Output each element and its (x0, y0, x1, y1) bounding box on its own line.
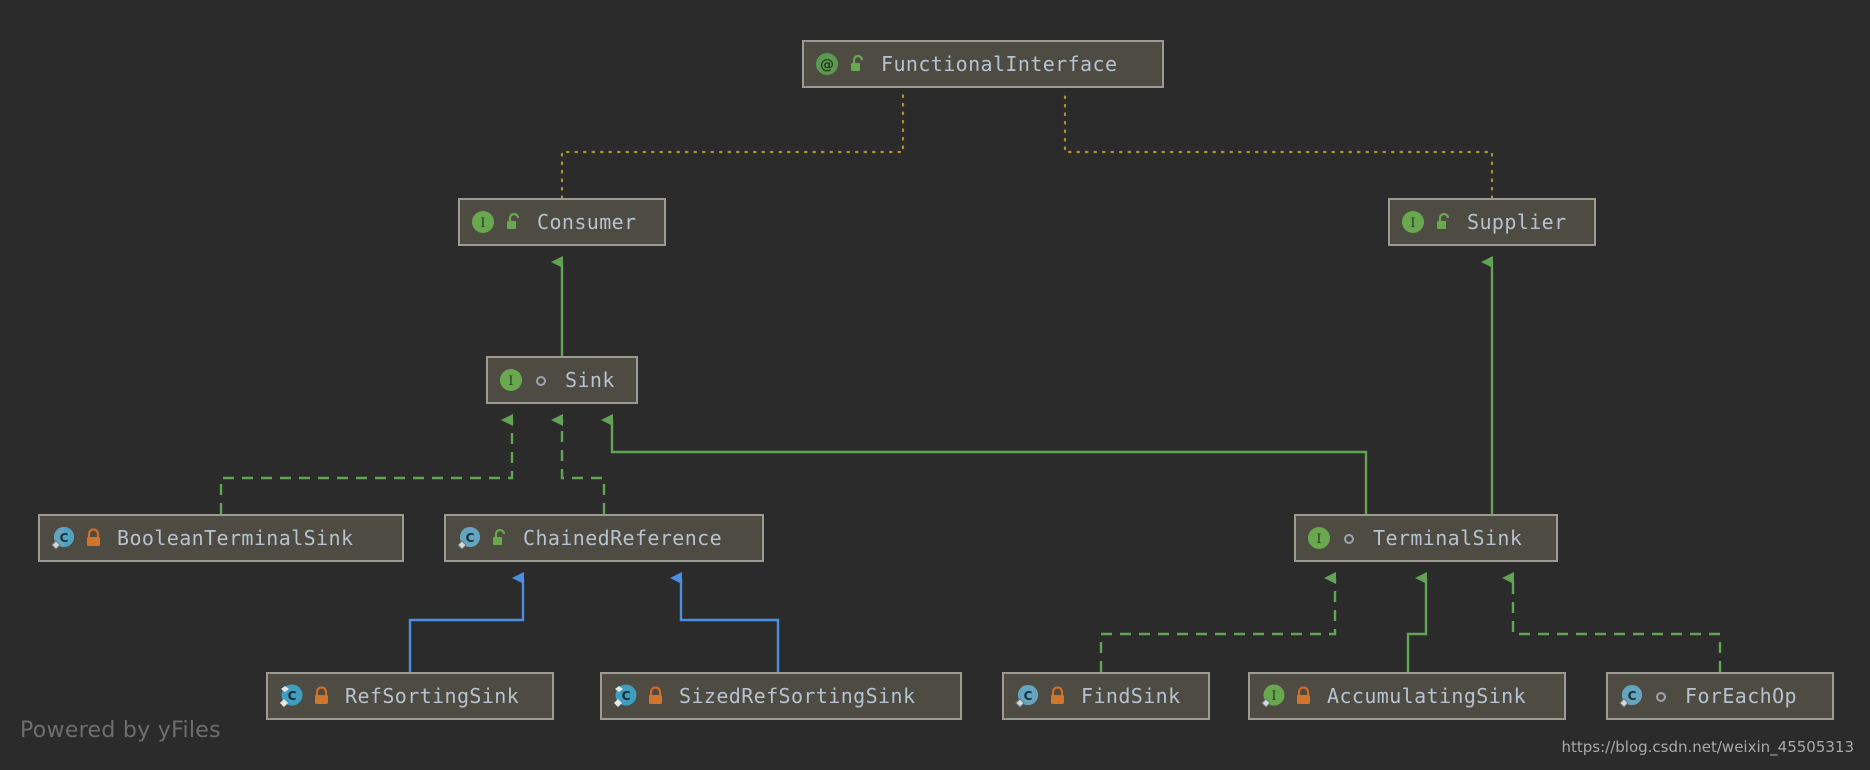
svg-text:C: C (622, 689, 631, 703)
unlock-green-icon (1435, 212, 1453, 232)
svg-text:C: C (466, 531, 475, 545)
abstract-class-icon: C (50, 525, 76, 551)
edge-foreachop-terminalsink (1502, 572, 1722, 672)
node-label: BooleanTerminalSink (117, 526, 354, 550)
node-sink[interactable]: I Sink (486, 356, 638, 404)
edge-refsortingsink-chainedreference (408, 572, 525, 672)
lock-orange-icon (1295, 686, 1313, 706)
node-label: FunctionalInterface (881, 52, 1118, 76)
final-class-icon: C (278, 683, 304, 709)
node-functionalinterface[interactable]: @ FunctionalInterface (802, 40, 1164, 88)
edge-chainedreference-sink (551, 414, 606, 514)
node-supplier[interactable]: I Supplier (1388, 198, 1596, 246)
abstract-class-icon: C (1014, 683, 1040, 709)
edge-sizedrefsortingsink-chainedreference (670, 572, 780, 672)
edge-layer (219, 88, 1722, 672)
svg-text:C: C (1024, 689, 1033, 703)
node-label: FindSink (1081, 684, 1181, 708)
svg-text:C: C (1628, 689, 1637, 703)
edge-accumulatingsink-terminalsink (1406, 572, 1428, 672)
unlock-green-icon (849, 54, 867, 74)
node-findsink[interactable]: C FindSink (1002, 672, 1210, 720)
diagram-canvas: @ FunctionalInterface I Consumer I Suppl… (0, 0, 1870, 770)
node-label: ForEachOp (1685, 684, 1797, 708)
svg-text:I: I (508, 374, 513, 389)
edge-supplier-functionalinterface (1063, 88, 1494, 200)
lock-orange-icon (1049, 686, 1067, 706)
edge-consumer-functionalinterface (560, 88, 905, 200)
unlock-green-icon (505, 212, 523, 232)
lock-orange-icon (647, 686, 665, 706)
interface-icon: I (1400, 209, 1426, 235)
abstract-interface-icon: I (1260, 683, 1286, 709)
svg-text:I: I (1271, 689, 1276, 704)
svg-text:I: I (1410, 216, 1415, 231)
source-url-watermark: https://blog.csdn.net/weixin_45505313 (1561, 738, 1854, 756)
node-label: RefSortingSink (345, 684, 520, 708)
circle-gray-icon (533, 370, 551, 390)
svg-text:I: I (1316, 532, 1321, 547)
node-consumer[interactable]: I Consumer (458, 198, 666, 246)
svg-text:@: @ (820, 57, 834, 73)
interface-icon: I (1306, 525, 1332, 551)
node-accumulatingsink[interactable]: I AccumulatingSink (1248, 672, 1566, 720)
edge-booleanterminalsink-sink (219, 414, 514, 514)
node-chainedreference[interactable]: C ChainedReference (444, 514, 764, 562)
interface-icon: I (470, 209, 496, 235)
yfiles-watermark: Powered by yFiles (20, 718, 221, 743)
circle-gray-icon (1653, 686, 1671, 706)
node-foreachop[interactable]: C ForEachOp (1606, 672, 1834, 720)
interface-icon: I (498, 367, 524, 393)
abstract-class-icon: C (456, 525, 482, 551)
node-label: ChainedReference (523, 526, 723, 550)
node-sizedrefsortingsink[interactable]: C SizedRefSortingSink (600, 672, 962, 720)
edge-findsink-terminalsink (1099, 572, 1337, 672)
final-class-icon: C (612, 683, 638, 709)
node-label: SizedRefSortingSink (679, 684, 916, 708)
lock-orange-icon (313, 686, 331, 706)
node-label: AccumulatingSink (1327, 684, 1527, 708)
node-booleanterminalsink[interactable]: C BooleanTerminalSink (38, 514, 404, 562)
unlock-green-icon (491, 528, 509, 548)
annotation-icon: @ (814, 51, 840, 77)
svg-text:I: I (480, 216, 485, 231)
node-refsortingsink[interactable]: C RefSortingSink (266, 672, 554, 720)
node-label: Sink (565, 368, 615, 392)
edge-terminalsink-sink (601, 414, 1368, 514)
circle-gray-icon (1341, 528, 1359, 548)
svg-text:C: C (60, 531, 69, 545)
svg-text:C: C (288, 689, 297, 703)
abstract-class-icon: C (1618, 683, 1644, 709)
node-label: TerminalSink (1373, 526, 1523, 550)
node-label: Consumer (537, 210, 637, 234)
node-terminalsink[interactable]: I TerminalSink (1294, 514, 1558, 562)
node-label: Supplier (1467, 210, 1567, 234)
lock-orange-icon (85, 528, 103, 548)
